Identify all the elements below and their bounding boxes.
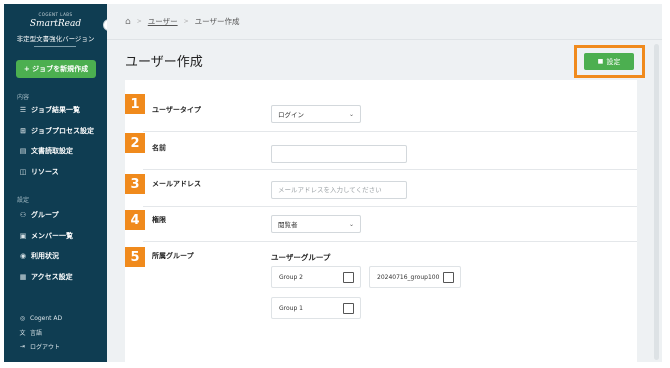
email-field[interactable] xyxy=(271,181,407,199)
sidebar-item-resources[interactable]: ◫ リソース xyxy=(18,166,59,178)
group-option-20240716-group100[interactable]: 20240716_group100 xyxy=(369,266,461,288)
sidebar-item-usage[interactable]: ◉ 利用状況 xyxy=(18,250,59,262)
chevron-down-icon: ⌄ xyxy=(348,110,354,118)
account-name: Cogent AD xyxy=(30,314,63,322)
process-icon: ⊞ xyxy=(20,127,26,135)
resource-icon: ◫ xyxy=(19,168,27,176)
row-divider xyxy=(143,206,637,207)
breadcrumb-separator: > xyxy=(136,18,142,25)
brand-divider xyxy=(34,46,76,47)
header-divider xyxy=(107,39,662,40)
group-option-label: Group 2 xyxy=(279,273,303,281)
sidebar-item-members[interactable]: ▣ メンバー一覧 xyxy=(18,230,73,242)
section-content-heading: 内容 xyxy=(17,94,30,101)
sidebar-item-job-results[interactable]: ☰ ジョブ結果一覧 xyxy=(18,104,80,116)
role-select[interactable]: 閲覧者 ⌄ xyxy=(271,215,361,233)
vertical-scrollbar[interactable] xyxy=(654,44,659,360)
role-label: 権限 xyxy=(152,216,166,224)
access-icon: ▦ xyxy=(19,273,27,281)
brand-company: COGENT LABS xyxy=(38,12,73,17)
sidebar-item-label: ジョブプロセス設定 xyxy=(31,127,94,135)
row-divider xyxy=(143,131,637,132)
user-icon: ◎ xyxy=(19,314,26,322)
group-label: 所属グループ xyxy=(152,252,194,260)
save-button[interactable]: ■ 設定 xyxy=(584,53,634,70)
user-type-label: ユーザータイプ xyxy=(152,106,201,114)
new-job-button[interactable]: + ジョブを新規作成 xyxy=(16,60,96,78)
sidebar-item-job-process[interactable]: ⊞ ジョブプロセス設定 xyxy=(18,125,94,137)
logout-icon: ⇥ xyxy=(19,342,26,350)
user-group-heading: ユーザーグループ xyxy=(271,253,331,262)
section-settings-heading: 設定 xyxy=(17,197,30,204)
step-badge-1: 1 xyxy=(125,94,145,114)
language-label: 言語 xyxy=(30,329,43,337)
name-label: 名前 xyxy=(152,144,166,152)
role-value: 閲覧者 xyxy=(278,221,298,229)
breadcrumb-current: ユーザー作成 xyxy=(194,17,240,26)
language-menu[interactable]: 文 言語 xyxy=(18,327,42,337)
save-highlight-frame: ■ 設定 xyxy=(574,45,645,78)
group-option-group-1[interactable]: Group 1 xyxy=(271,297,361,319)
group-checkbox[interactable] xyxy=(343,303,354,314)
step-badge-3: 3 xyxy=(125,174,145,194)
brand-edition: 非定型文書強化バージョン xyxy=(16,35,95,43)
user-type-value: ログイン xyxy=(278,111,304,119)
row-divider xyxy=(143,169,637,170)
home-icon[interactable]: ⌂ xyxy=(125,17,131,27)
list-icon: ☰ xyxy=(19,106,27,114)
members-icon: ▣ xyxy=(19,232,27,240)
sidebar-item-access[interactable]: ▦ アクセス設定 xyxy=(18,271,73,283)
sidebar-item-label: 文書読取設定 xyxy=(31,147,73,155)
user-type-select[interactable]: ログイン ⌄ xyxy=(271,105,361,123)
chevron-down-icon: ⌄ xyxy=(348,220,354,228)
save-icon: ■ xyxy=(597,58,604,65)
group-option-label: 20240716_group100 xyxy=(377,273,440,281)
email-label: メールアドレス xyxy=(152,180,201,188)
row-divider xyxy=(143,241,637,242)
brand-logo: SmartRead xyxy=(29,19,82,29)
sidebar-item-groups[interactable]: ⚇ グループ xyxy=(18,209,59,221)
save-button-label: 設定 xyxy=(606,57,621,66)
step-badge-5: 5 xyxy=(125,247,145,267)
sidebar-item-label: メンバー一覧 xyxy=(31,232,73,240)
page-title: ユーザー作成 xyxy=(125,55,203,70)
usage-icon: ◉ xyxy=(19,252,27,260)
user-form-card: 1 ユーザータイプ ログイン ⌄ 2 名前 3 メールアドレス 4 権限 閲覧者… xyxy=(125,80,637,362)
account-menu[interactable]: ◎ Cogent AD xyxy=(18,313,62,323)
step-badge-2: 2 xyxy=(125,133,145,153)
sidebar-item-label: アクセス設定 xyxy=(31,273,73,281)
breadcrumb-separator: > xyxy=(183,18,189,25)
sidebar-item-document-reading[interactable]: ▤ 文書読取設定 xyxy=(18,145,73,157)
group-option-group-2[interactable]: Group 2 xyxy=(271,266,361,288)
logout-link[interactable]: ⇥ ログアウト xyxy=(18,341,60,351)
breadcrumb: ⌂ > ユーザー > ユーザー作成 xyxy=(125,16,240,27)
sidebar: COGENT LABS SmartRead 非定型文書強化バージョン ‹ + ジ… xyxy=(4,4,115,362)
group-checkbox[interactable] xyxy=(343,272,354,283)
sidebar-item-label: ジョブ結果一覧 xyxy=(31,106,80,114)
group-checkbox[interactable] xyxy=(443,272,454,283)
sidebar-item-label: 利用状況 xyxy=(31,252,59,260)
step-badge-4: 4 xyxy=(125,210,145,230)
main-area: ⌂ > ユーザー > ユーザー作成 ユーザー作成 ■ 設定 1 ユーザータイプ … xyxy=(107,4,662,362)
group-option-label: Group 1 xyxy=(279,304,303,312)
language-icon: 文 xyxy=(19,329,26,337)
breadcrumb-users-link[interactable]: ユーザー xyxy=(148,16,178,27)
name-field[interactable] xyxy=(271,145,407,163)
sidebar-item-label: グループ xyxy=(31,211,59,219)
logout-label: ログアウト xyxy=(30,343,61,351)
group-icon: ⚇ xyxy=(19,211,27,219)
document-icon: ▤ xyxy=(19,147,27,155)
sidebar-item-label: リソース xyxy=(31,168,59,176)
